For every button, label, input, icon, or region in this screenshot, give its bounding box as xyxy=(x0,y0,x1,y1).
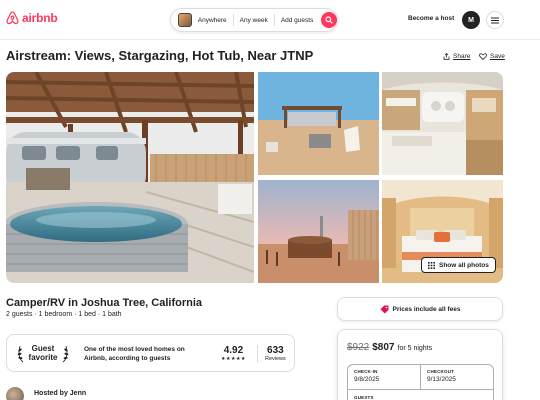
logo-text: airbnb xyxy=(22,11,58,25)
main-photo-hot-tub[interactable] xyxy=(6,72,254,283)
save-label: Save xyxy=(490,53,505,60)
rating-block: 4.92 ★★★★★ xyxy=(221,345,246,362)
become-host-link[interactable]: Become a host xyxy=(408,15,454,22)
heart-icon xyxy=(479,53,487,60)
checkin-value: 9/8/2025 xyxy=(354,376,380,383)
divider xyxy=(257,345,258,363)
grid-icon xyxy=(428,261,435,269)
show-all-photos-button[interactable]: Show all photos xyxy=(421,257,496,273)
guest-favorite-card: Guest favorite One of the most loved hom… xyxy=(6,334,295,372)
guests-label: GUESTS xyxy=(354,395,374,400)
discounted-price: $807 xyxy=(372,342,395,353)
guest-favorite-line2: favorite xyxy=(28,353,58,362)
nights-label: for 5 nights xyxy=(397,345,433,352)
guest-favorite-description: One of the most loved homes on Airbnb, a… xyxy=(84,346,185,363)
guest-favorite-label: Guest favorite xyxy=(27,344,59,363)
search-icon xyxy=(325,16,333,24)
show-all-photos-label: Show all photos xyxy=(439,261,489,269)
reviews-count: 633 xyxy=(267,345,284,356)
menu-button[interactable] xyxy=(486,11,504,29)
host-avatar[interactable] xyxy=(6,387,24,400)
listing-title: Airstream: Views, Stargazing, Hot Tub, N… xyxy=(6,48,314,63)
photo-sunset-tub[interactable] xyxy=(258,180,379,283)
listing-thumbnail xyxy=(178,13,192,27)
checkout-value: 9/13/2025 xyxy=(427,376,456,383)
booking-card: $922 $807 for 5 nights CHECK-IN 9/8/2025… xyxy=(337,329,503,400)
dates-picker[interactable]: CHECK-IN 9/8/2025 CHECKOUT 9/13/2025 GUE… xyxy=(347,364,494,400)
laurel-left-icon xyxy=(17,345,24,363)
reviews-block[interactable]: 633 Reviews xyxy=(265,345,286,362)
reviews-label: Reviews xyxy=(265,356,286,362)
hamburger-menu-icon xyxy=(491,17,499,23)
checkin-field[interactable]: CHECK-IN 9/8/2025 xyxy=(348,365,421,389)
price-note-banner: Prices include all fees xyxy=(337,297,503,321)
share-icon xyxy=(443,53,450,60)
rating-stars: ★★★★★ xyxy=(221,356,246,362)
guest-favorite-badge: Guest favorite xyxy=(17,344,69,363)
price-tag-icon xyxy=(380,305,389,313)
property-type: Camper/RV in Joshua Tree, California xyxy=(6,297,203,309)
search-where[interactable]: Anywhere xyxy=(192,17,233,24)
price-note-text: Prices include all fees xyxy=(392,305,461,313)
price-row: $922 $807 for 5 nights xyxy=(347,342,432,353)
photo-kitchen-interior[interactable] xyxy=(382,72,503,175)
hosted-by: Hosted by Jenn xyxy=(34,390,87,397)
search-button[interactable] xyxy=(321,12,338,28)
save-button[interactable]: Save xyxy=(479,53,505,60)
checkin-label: CHECK-IN xyxy=(354,369,378,374)
search-when[interactable]: Any week xyxy=(234,17,274,24)
original-price: $922 xyxy=(347,342,370,353)
guests-field[interactable]: GUESTS xyxy=(348,389,493,400)
share-button[interactable]: Share xyxy=(443,53,470,60)
airbnb-logo[interactable]: airbnb xyxy=(6,11,58,25)
checkout-field[interactable]: CHECKOUT 9/13/2025 xyxy=(421,365,494,389)
user-avatar[interactable]: M xyxy=(462,11,480,29)
search-guests[interactable]: Add guests xyxy=(275,17,320,24)
property-details: 2 guests · 1 bedroom · 1 bed · 1 bath xyxy=(6,311,122,318)
laurel-right-icon xyxy=(62,345,69,363)
airbnb-logo-icon xyxy=(6,11,19,25)
share-label: Share xyxy=(453,53,471,60)
checkout-label: CHECKOUT xyxy=(427,369,455,374)
rating-value: 4.92 xyxy=(223,345,244,356)
search-bar[interactable]: Anywhere Any week Add guests xyxy=(170,8,338,32)
photo-desert-lounge[interactable] xyxy=(258,72,379,175)
top-header: airbnb Anywhere Any week Add guests Beco… xyxy=(0,0,540,40)
